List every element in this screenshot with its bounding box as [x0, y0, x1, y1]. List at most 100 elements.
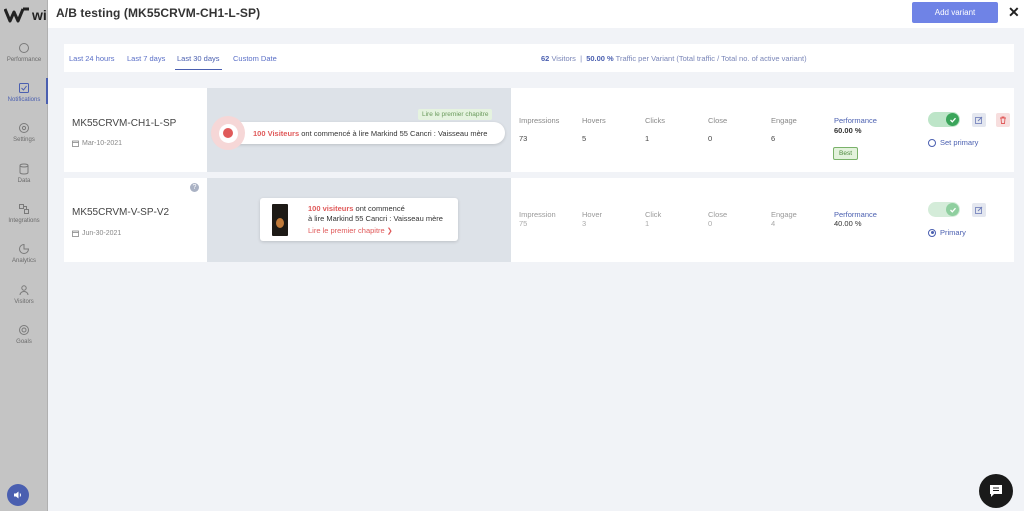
logo-icon — [4, 7, 29, 23]
variant-row: ? MK55CRVM-V-SP-V2 Jun-30-2021 100 visit… — [64, 178, 1014, 262]
integrations-icon — [19, 204, 29, 214]
performance-value: 60.00 % — [834, 126, 862, 135]
gear-icon — [19, 123, 29, 133]
sidebar-item-label: Performance — [6, 57, 42, 63]
primary-option[interactable]: Primary — [928, 228, 966, 237]
delete-button[interactable] — [996, 113, 1010, 127]
notification-message: ont commencé à lire Markind 55 Cancri : … — [301, 129, 488, 138]
metric-value: 5 — [582, 134, 587, 143]
visitor-count: 62 — [541, 54, 550, 63]
variant-name: MK55CRVM-V-SP-V2 — [72, 207, 170, 218]
app-logo[interactable]: wi — [4, 6, 47, 24]
variant-name: MK55CRVM-CH1-L-SP — [72, 118, 177, 129]
sidebar-item-goals[interactable]: Goals — [0, 324, 48, 345]
sidebar-item-notifications[interactable]: Notifications — [0, 78, 48, 104]
traffic-stats: 62 Visitors | 50.00 % Traffic per Varian… — [541, 54, 807, 63]
metric-label: Click — [645, 210, 662, 219]
edit-icon — [975, 116, 983, 124]
database-icon — [19, 163, 29, 175]
metric-label: Clicks — [645, 116, 665, 125]
metric-value: 0 — [708, 219, 713, 228]
sidebar-item-label: Visitors — [14, 299, 34, 305]
sidebar-item-data[interactable]: Data — [0, 163, 48, 184]
metric-label: Close — [708, 116, 728, 125]
performance-icon — [19, 43, 29, 53]
variant-toggle[interactable] — [928, 202, 960, 217]
notification-card: 100 visiteurs ont commencé à lire Markin… — [260, 198, 458, 241]
metric-value: 75 — [519, 219, 528, 228]
traffic-label: Traffic per Variant (Total traffic / Tot… — [615, 54, 807, 63]
metric-value: 0 — [708, 134, 713, 143]
metric-value: 4 — [771, 219, 776, 228]
sidebar-item-settings[interactable]: Settings — [0, 122, 48, 143]
book-cover-image — [272, 204, 288, 236]
radio-selected-icon — [928, 228, 936, 237]
traffic-value: 50.00 % — [586, 54, 614, 63]
target-icon — [19, 325, 29, 335]
metric-value: 1 — [645, 219, 650, 228]
date-filter-bar: Last 24 hours Last 7 days Last 30 days C… — [64, 44, 1014, 72]
ab-testing-panel: A/B testing (MK55CRVM-CH1-L-SP) Add vari… — [48, 0, 1024, 511]
panel-header: A/B testing (MK55CRVM-CH1-L-SP) Add vari… — [48, 0, 1024, 28]
tab-custom-date[interactable]: Custom Date — [233, 54, 277, 63]
notification-preview: 100 visiteurs ont commencé à lire Markin… — [207, 178, 511, 262]
metric-value: 6 — [771, 134, 776, 143]
trash-icon — [1000, 116, 1006, 124]
sidebar-item-performance[interactable]: Performance — [0, 42, 48, 63]
notification-message: ont commencé — [355, 204, 405, 213]
sound-button[interactable] — [7, 484, 29, 506]
users-icon — [19, 285, 29, 296]
page-title: A/B testing (MK55CRVM-CH1-L-SP) — [56, 6, 261, 20]
metric-label: Hovers — [582, 116, 606, 125]
chat-icon — [990, 485, 1002, 497]
edit-button[interactable] — [972, 203, 986, 217]
metric-value: 73 — [519, 134, 528, 143]
tab-last-30-days[interactable]: Last 30 days — [175, 54, 222, 70]
notification-line2: à lire Markind 55 Cancri : Vaisseau mère — [308, 214, 443, 223]
calendar-icon — [72, 140, 79, 147]
notification-highlight: 100 Visiteurs — [253, 129, 300, 138]
sidebar-item-integrations[interactable]: Integrations — [0, 203, 48, 224]
radio-icon — [928, 138, 936, 147]
visitor-label: Visitors — [551, 54, 576, 63]
notification-preview: Lire le premier chapitre 100 Visiteurs o… — [207, 88, 511, 172]
tab-last-7-days[interactable]: Last 7 days — [127, 54, 165, 63]
notification-cta-label: Lire le premier chapitre — [308, 226, 385, 235]
sidebar-item-label: Integrations — [8, 218, 40, 224]
metric-label: Hover — [582, 210, 603, 219]
performance-label: Performance — [834, 116, 877, 125]
chevron-right-icon: ❯ — [386, 228, 393, 235]
stats-separator: | — [580, 54, 583, 63]
variant-toggle[interactable] — [928, 112, 960, 127]
variant-row: MK55CRVM-CH1-L-SP Mar-10-2021 Lire le pr… — [64, 88, 1014, 172]
add-variant-button[interactable]: Add variant — [912, 2, 998, 23]
help-icon[interactable]: ? — [190, 183, 199, 192]
check-icon — [949, 117, 956, 123]
notification-cta[interactable]: Lire le premier chapitre ❯ — [308, 226, 393, 235]
logo-text: wi — [32, 7, 47, 23]
pulse-icon — [211, 116, 245, 150]
variant-date: Mar-10-2021 — [72, 140, 122, 147]
set-primary-label: Set primary — [940, 138, 979, 147]
edit-button[interactable] — [972, 113, 986, 127]
sidebar-item-visitors[interactable]: Visitors — [0, 284, 48, 305]
notification-bubble: 100 Visiteurs ont commencé à lire Markin… — [211, 116, 505, 150]
chat-button[interactable] — [979, 474, 1013, 508]
close-icon[interactable]: ✕ — [1008, 4, 1020, 21]
notification-highlight: 100 visiteurs — [308, 204, 354, 213]
calendar-icon — [72, 230, 79, 237]
performance-value: 40.00 % — [834, 219, 862, 228]
metric-label: Engage — [771, 210, 797, 219]
tab-last-24-hours[interactable]: Last 24 hours — [69, 54, 114, 63]
sidebar-item-label: Settings — [13, 137, 35, 143]
performance-label: Performance — [834, 210, 877, 219]
metric-label: Close — [708, 210, 728, 219]
edit-icon — [975, 206, 983, 214]
sidebar-item-label: Goals — [16, 339, 32, 345]
cta-badge: Lire le premier chapitre — [418, 109, 493, 120]
sidebar-item-analytics[interactable]: Analytics — [0, 243, 48, 264]
metric-label: Impression — [519, 210, 556, 219]
notification-text: 100 Visiteurs ont commencé à lire Markin… — [253, 129, 487, 138]
set-primary-option[interactable]: Set primary — [928, 138, 978, 147]
metric-label: Impressions — [519, 116, 560, 125]
